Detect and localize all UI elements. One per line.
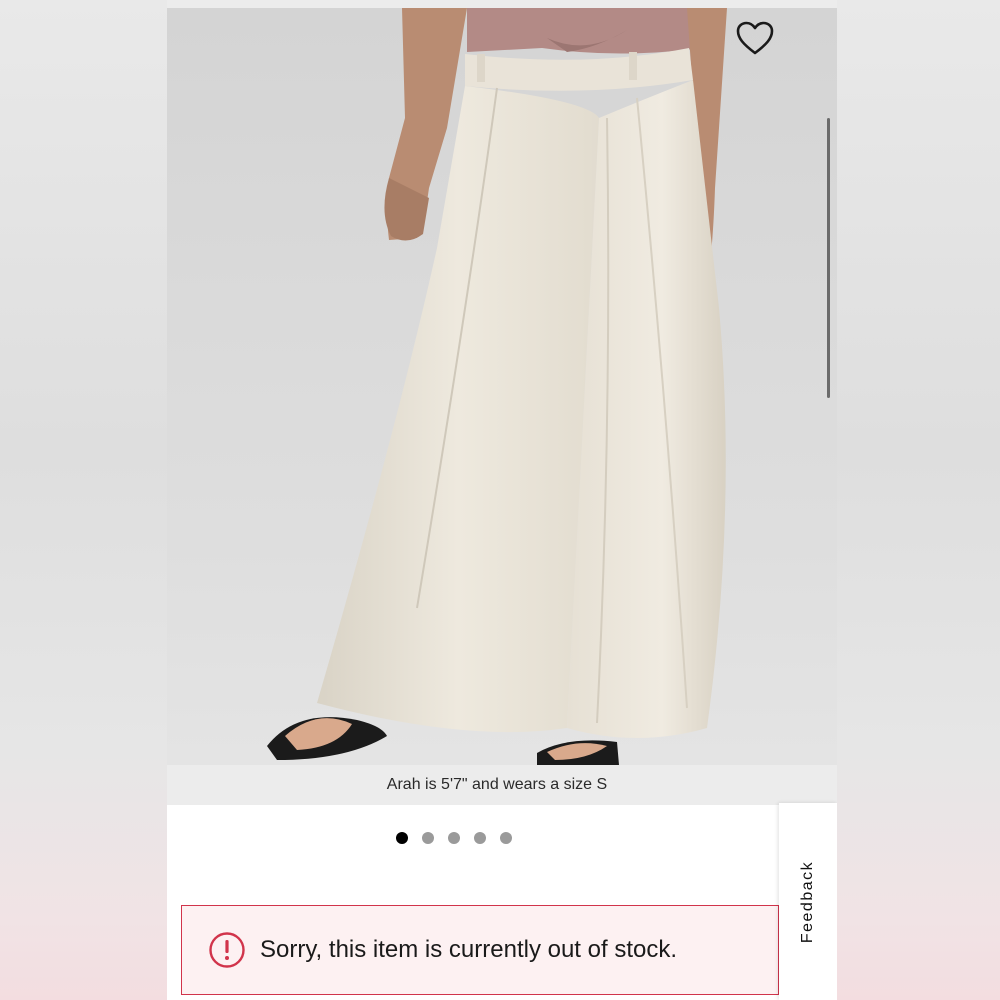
- model-caption: Arah is 5'7" and wears a size S: [386, 776, 608, 793]
- product-screen: Arah is 5'7" and wears a size S Sorry, t…: [167, 8, 837, 1000]
- carousel-dot-3[interactable]: [448, 832, 460, 844]
- favorite-button[interactable]: [735, 20, 779, 64]
- carousel-dot-4[interactable]: [474, 832, 486, 844]
- trousers-illustration: [267, 8, 727, 765]
- product-image[interactable]: [167, 8, 837, 765]
- exclamation-circle-icon: [209, 932, 245, 968]
- alert-message: Sorry, this item is currently out of sto…: [260, 936, 678, 963]
- feedback-button[interactable]: Feedback: [779, 803, 837, 1000]
- carousel-dot-5[interactable]: [500, 832, 512, 844]
- carousel-dots: [167, 828, 789, 848]
- carousel-dot-2[interactable]: [422, 832, 434, 844]
- heart-icon: [736, 21, 774, 55]
- carousel-dot-1[interactable]: [396, 832, 408, 844]
- scrollbar[interactable]: [827, 118, 830, 398]
- caption-bar: Arah is 5'7" and wears a size S: [167, 765, 837, 805]
- background-right: [837, 0, 1000, 1000]
- background-left: [0, 0, 167, 1000]
- out-of-stock-alert: Sorry, this item is currently out of sto…: [181, 905, 779, 995]
- feedback-label: Feedback: [799, 860, 817, 943]
